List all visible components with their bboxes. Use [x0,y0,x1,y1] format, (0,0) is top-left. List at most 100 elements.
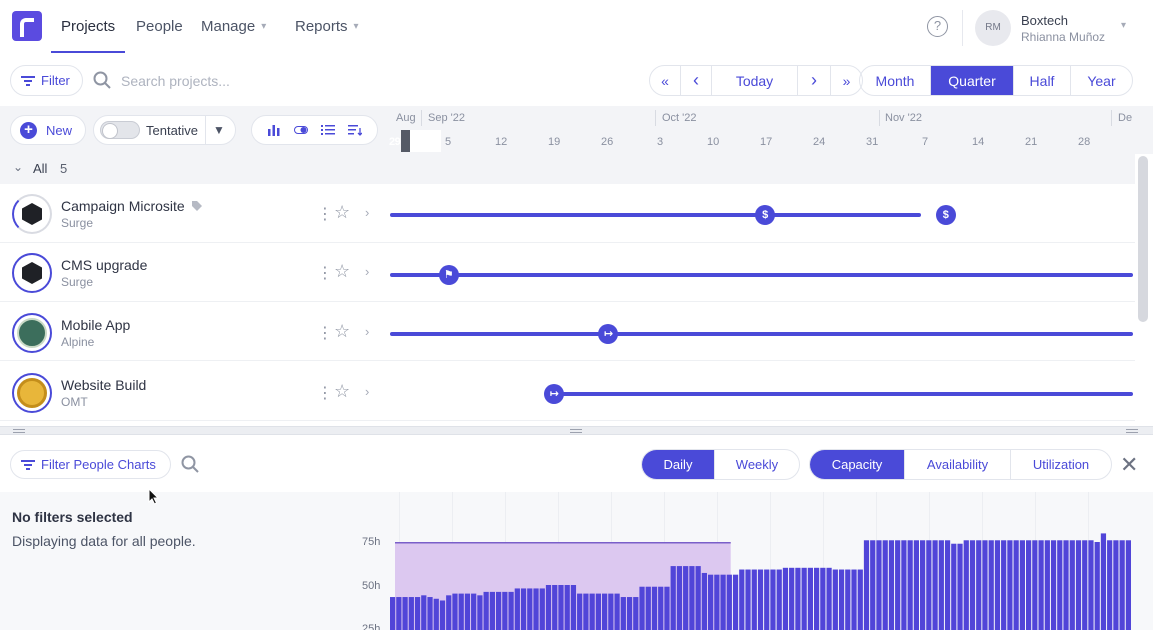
project-name[interactable]: Website Build [61,377,146,393]
capacity-bar[interactable] [838,569,845,630]
capacity-bar[interactable] [1063,540,1069,630]
next-button[interactable]: › [798,66,831,95]
capacity-bar[interactable] [969,540,976,630]
jump-forward-button[interactable]: » [831,66,862,95]
org-name[interactable]: Boxtech [1021,13,1068,28]
capacity-bar[interactable] [402,597,408,630]
milestone-icon[interactable]: $ [755,205,776,225]
range-quarter[interactable]: Quarter [931,66,1014,95]
capacity-bar[interactable] [539,588,545,630]
capacity-bar[interactable] [471,593,477,630]
capacity-bar[interactable] [626,597,633,630]
capacity-bar[interactable] [845,569,851,630]
capacity-bar[interactable] [907,540,913,630]
project-timeline-bar[interactable] [390,213,922,217]
capacity-bar[interactable] [602,593,608,630]
capacity-bar[interactable] [951,543,957,630]
chevron-right-icon[interactable]: › [365,324,369,339]
star-icon[interactable]: ☆ [334,381,350,402]
capacity-bar[interactable] [732,574,739,630]
capacity-bar[interactable] [1019,540,1025,630]
capacity-bar[interactable] [795,567,801,630]
capacity-bar[interactable] [720,574,726,630]
project-timeline-bar[interactable] [554,392,1133,396]
chevron-down-icon[interactable]: ⌄ [13,160,23,174]
period-daily[interactable]: Daily [642,450,715,479]
tentative-toggle[interactable] [100,121,140,139]
capacity-bar[interactable] [520,588,527,630]
range-year[interactable]: Year [1071,66,1132,95]
capacity-bar[interactable] [645,586,651,630]
capacity-bar[interactable] [745,569,751,630]
capacity-bar[interactable] [895,540,901,630]
capacity-bar[interactable] [764,569,770,630]
capacity-bar[interactable] [963,540,969,630]
capacity-bar[interactable] [851,569,857,630]
capacity-bar[interactable] [739,569,745,630]
search-icon[interactable] [181,455,199,473]
capacity-bar[interactable] [458,593,464,630]
capacity-bar[interactable] [390,597,396,630]
capacity-bar[interactable] [1026,540,1032,630]
milestone-icon[interactable]: ↦ [544,384,565,404]
prev-button[interactable]: ‹ [681,66,712,95]
capacity-bar[interactable] [870,540,876,630]
capacity-bar[interactable] [801,567,807,630]
capacity-bar[interactable] [857,569,863,630]
capacity-bar[interactable] [1094,542,1100,630]
nav-reports[interactable]: Reports ▾ [295,18,359,35]
capacity-bar[interactable] [614,593,620,630]
capacity-bar[interactable] [988,540,994,630]
capacity-bar[interactable] [1107,540,1113,630]
close-icon[interactable]: ✕ [1120,452,1138,478]
filter-people-charts-button[interactable]: Filter People Charts [10,450,171,479]
capacity-bar[interactable] [639,586,645,630]
capacity-bar[interactable] [427,597,433,630]
mode-utilization[interactable]: Utilization [1011,450,1111,479]
range-month[interactable]: Month [860,66,931,95]
capacity-bar[interactable] [1069,540,1075,630]
project-name[interactable]: Campaign Microsite [61,198,203,214]
capacity-bar[interactable] [770,569,776,630]
app-logo[interactable] [12,11,42,41]
capacity-bar[interactable] [620,597,626,630]
capacity-bar[interactable] [664,586,670,630]
capacity-bar[interactable] [1032,540,1038,630]
capacity-bar[interactable] [714,574,720,630]
capacity-bar[interactable] [545,585,552,630]
help-icon[interactable]: ? [927,16,948,37]
project-name[interactable]: CMS upgrade [61,257,147,273]
capacity-bar[interactable] [994,540,1001,630]
capacity-bar[interactable] [876,540,882,630]
capacity-bar[interactable] [757,569,764,630]
capacity-bar[interactable] [1013,540,1019,630]
nav-manage[interactable]: Manage ▾ [201,18,266,35]
capacity-bar[interactable] [982,540,988,630]
capacity-bar[interactable] [439,600,446,630]
capacity-bar[interactable] [926,540,932,630]
capacity-bar[interactable] [901,540,907,630]
jump-back-button[interactable]: « [650,66,681,95]
capacity-bar[interactable] [1125,540,1131,630]
more-options-icon[interactable]: ⋮ [317,263,333,283]
star-icon[interactable]: ☆ [334,202,350,223]
capacity-bar[interactable] [1057,540,1063,630]
project-timeline-bar[interactable] [390,273,1133,277]
capacity-bar[interactable] [683,566,689,630]
capacity-bar[interactable] [820,567,826,630]
capacity-bar[interactable] [477,595,483,630]
more-options-icon[interactable]: ⋮ [317,323,333,343]
capacity-bar[interactable] [408,597,414,630]
milestone-icon[interactable]: $ [935,205,956,225]
capacity-bar[interactable] [577,593,583,630]
capacity-bar[interactable] [464,593,471,630]
bar-chart-icon[interactable] [267,124,281,136]
capacity-bar[interactable] [508,591,514,630]
capacity-bar[interactable] [689,566,695,630]
capacity-bar[interactable] [708,574,714,630]
capacity-bar[interactable] [888,540,895,630]
capacity-bar[interactable] [814,567,820,630]
star-icon[interactable]: ☆ [334,321,350,342]
capacity-bar[interactable] [1088,540,1094,630]
chevron-right-icon[interactable]: › [365,384,369,399]
